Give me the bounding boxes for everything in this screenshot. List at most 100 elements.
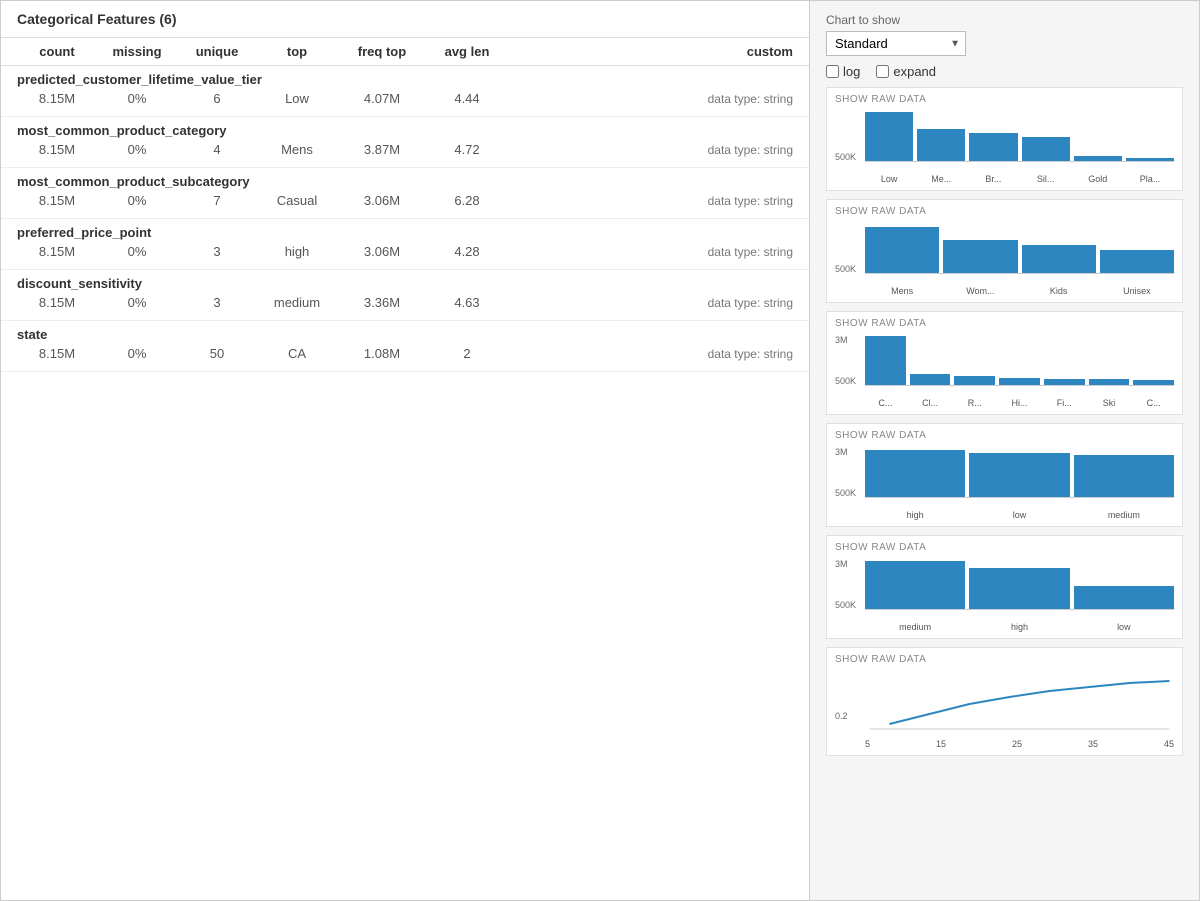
stat-custom: data type: string xyxy=(507,347,793,361)
log-label: log xyxy=(843,64,860,79)
stat-custom: data type: string xyxy=(507,194,793,208)
stat-missing: 0% xyxy=(97,244,177,259)
feature-row: state 8.15M 0% 50 CA 1.08M 2 data type: … xyxy=(1,321,809,372)
chart-to-show-label: Chart to show xyxy=(826,13,1183,27)
feature-row: predicted_customer_lifetime_value_tier 8… xyxy=(1,66,809,117)
bar-item xyxy=(1074,455,1174,498)
bar-item xyxy=(1074,586,1174,610)
chart-x-labels: highlowmedium xyxy=(835,510,1174,520)
bars-container xyxy=(835,221,1174,286)
stat-unique: 6 xyxy=(177,91,257,106)
chart-section: SHOW RAW DATA 0.2 5 15 25 35 45 xyxy=(826,647,1183,756)
stat-missing: 0% xyxy=(97,295,177,310)
x-axis-line xyxy=(865,161,1174,162)
stat-top: high xyxy=(257,244,337,259)
line-chart-x-labels: 5 15 25 35 45 xyxy=(865,739,1174,749)
stat-count: 8.15M xyxy=(17,193,97,208)
chart-x-label: Unisex xyxy=(1100,286,1174,296)
chart-x-label: Pla... xyxy=(1126,174,1174,184)
chart-section: SHOW RAW DATA 3M 500K highlowmedium xyxy=(826,423,1183,527)
line-chart-svg xyxy=(865,669,1174,734)
stat-unique: 3 xyxy=(177,244,257,259)
feature-row: preferred_price_point 8.15M 0% 3 high 3.… xyxy=(1,219,809,270)
chart-x-labels: C...Cl...R...Hi...Fi...SkiC... xyxy=(835,398,1174,408)
chart-select[interactable]: Standard Bar Line xyxy=(826,31,966,56)
chart-x-label: Hi... xyxy=(999,398,1040,408)
stat-avg-len: 4.44 xyxy=(427,91,507,106)
stat-top: medium xyxy=(257,295,337,310)
chart-x-label: Wom... xyxy=(943,286,1017,296)
log-checkbox-label[interactable]: log xyxy=(826,64,860,79)
stat-freq-top: 1.08M xyxy=(337,346,427,361)
stat-freq-top: 3.06M xyxy=(337,193,427,208)
stat-avg-len: 2 xyxy=(427,346,507,361)
x-axis-line xyxy=(865,273,1174,274)
show-raw-data-link[interactable]: SHOW RAW DATA xyxy=(835,430,1174,441)
chart-select-wrapper[interactable]: Standard Bar Line ▼ xyxy=(826,31,966,56)
chart-x-label: high xyxy=(969,622,1069,632)
panel-title: Categorical Features (6) xyxy=(1,1,809,38)
bar-item xyxy=(865,450,965,498)
charts-container: SHOW RAW DATA 500K LowMe...Br...Sil...Go… xyxy=(826,87,1183,756)
feature-row: most_common_product_subcategory 8.15M 0%… xyxy=(1,168,809,219)
chart-x-label: Ski xyxy=(1089,398,1130,408)
expand-label: expand xyxy=(893,64,936,79)
chart-options: log expand xyxy=(826,64,1183,79)
col-header-top: top xyxy=(257,44,337,59)
feature-stats: 8.15M 0% 4 Mens 3.87M 4.72 data type: st… xyxy=(17,142,793,157)
chart-x-label: low xyxy=(1074,622,1174,632)
x-axis-line xyxy=(865,609,1174,610)
stat-avg-len: 4.28 xyxy=(427,244,507,259)
col-header-missing: missing xyxy=(97,44,177,59)
feature-stats: 8.15M 0% 50 CA 1.08M 2 data type: string xyxy=(17,346,793,361)
chart-select-row: Standard Bar Line ▼ xyxy=(826,31,1183,56)
feature-row: discount_sensitivity 8.15M 0% 3 medium 3… xyxy=(1,270,809,321)
feature-name: most_common_product_subcategory xyxy=(17,174,793,189)
stat-avg-len: 4.63 xyxy=(427,295,507,310)
show-raw-data-link[interactable]: SHOW RAW DATA xyxy=(835,206,1174,217)
bars-container xyxy=(835,445,1174,510)
bar-item xyxy=(943,240,1017,274)
col-header-custom: custom xyxy=(507,44,793,59)
stat-custom: data type: string xyxy=(507,143,793,157)
chart-x-label: Sil... xyxy=(1022,174,1070,184)
expand-checkbox[interactable] xyxy=(876,65,889,78)
bars-container xyxy=(835,333,1174,398)
chart-section: SHOW RAW DATA 500K LowMe...Br...Sil...Go… xyxy=(826,87,1183,191)
feature-name: predicted_customer_lifetime_value_tier xyxy=(17,72,793,87)
bar-item xyxy=(865,227,939,274)
stat-avg-len: 6.28 xyxy=(427,193,507,208)
show-raw-data-link[interactable]: SHOW RAW DATA xyxy=(835,654,1174,665)
stat-top: Casual xyxy=(257,193,337,208)
bar-item xyxy=(969,453,1069,498)
chart-x-label: medium xyxy=(1074,510,1174,520)
col-header-count: count xyxy=(17,44,97,59)
chart-x-label: Fi... xyxy=(1044,398,1085,408)
bar-item xyxy=(1022,245,1096,274)
stat-missing: 0% xyxy=(97,346,177,361)
right-panel: Chart to show Standard Bar Line ▼ log ex… xyxy=(810,0,1200,901)
bar-item xyxy=(969,568,1069,610)
column-headers: count missing unique top freq top avg le… xyxy=(1,38,809,66)
chart-x-labels: mediumhighlow xyxy=(835,622,1174,632)
show-raw-data-link[interactable]: SHOW RAW DATA xyxy=(835,318,1174,329)
chart-x-label: Br... xyxy=(969,174,1017,184)
chart-section: SHOW RAW DATA 3M 500K mediumhighlow xyxy=(826,535,1183,639)
chart-x-label: low xyxy=(969,510,1069,520)
chart-x-label: Cl... xyxy=(910,398,951,408)
bar-item xyxy=(917,129,965,162)
show-raw-data-link[interactable]: SHOW RAW DATA xyxy=(835,94,1174,105)
feature-stats: 8.15M 0% 7 Casual 3.06M 6.28 data type: … xyxy=(17,193,793,208)
show-raw-data-link[interactable]: SHOW RAW DATA xyxy=(835,542,1174,553)
feature-name: discount_sensitivity xyxy=(17,276,793,291)
stat-count: 8.15M xyxy=(17,295,97,310)
col-header-avg-len: avg len xyxy=(427,44,507,59)
feature-name: state xyxy=(17,327,793,342)
bars-container xyxy=(835,109,1174,174)
stat-count: 8.15M xyxy=(17,244,97,259)
x-axis-line xyxy=(865,497,1174,498)
log-checkbox[interactable] xyxy=(826,65,839,78)
x-label-35: 35 xyxy=(1088,739,1098,749)
bar-item xyxy=(865,561,965,610)
expand-checkbox-label[interactable]: expand xyxy=(876,64,936,79)
